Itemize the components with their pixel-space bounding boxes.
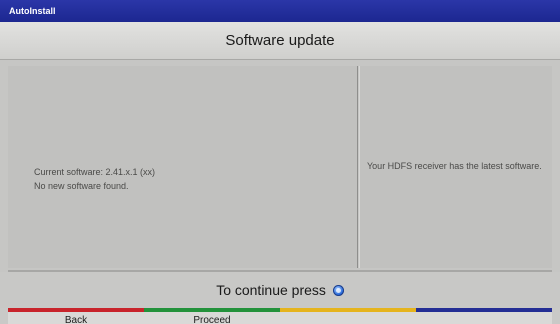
current-software-label: Current software: 2.41.x.1 (xx) bbox=[34, 167, 156, 177]
status-text: Current software: 2.41.x.1 (xx) No new s… bbox=[34, 165, 155, 193]
title-bar: AutoInstall bbox=[0, 0, 560, 22]
ok-button-icon[interactable] bbox=[332, 284, 344, 296]
header: Software update bbox=[0, 22, 560, 60]
status-panel: Current software: 2.41.x.1 (xx) No new s… bbox=[8, 66, 358, 268]
continue-prompt: To continue press bbox=[0, 272, 560, 308]
continue-text: To continue press bbox=[216, 282, 326, 298]
softkey-row: Back Proceed bbox=[8, 312, 552, 324]
proceed-button[interactable]: Proceed bbox=[144, 312, 280, 324]
blue-key-button[interactable] bbox=[416, 312, 552, 324]
info-text: Your HDFS receiver has the latest softwa… bbox=[367, 161, 542, 171]
yellow-key-button[interactable] bbox=[280, 312, 416, 324]
info-panel: Your HDFS receiver has the latest softwa… bbox=[359, 66, 552, 268]
no-update-message: No new software found. bbox=[34, 181, 129, 191]
content-area: Current software: 2.41.x.1 (xx) No new s… bbox=[0, 60, 560, 272]
page-title: Software update bbox=[225, 32, 335, 49]
back-button[interactable]: Back bbox=[8, 312, 144, 324]
window-title: AutoInstall bbox=[9, 6, 56, 16]
